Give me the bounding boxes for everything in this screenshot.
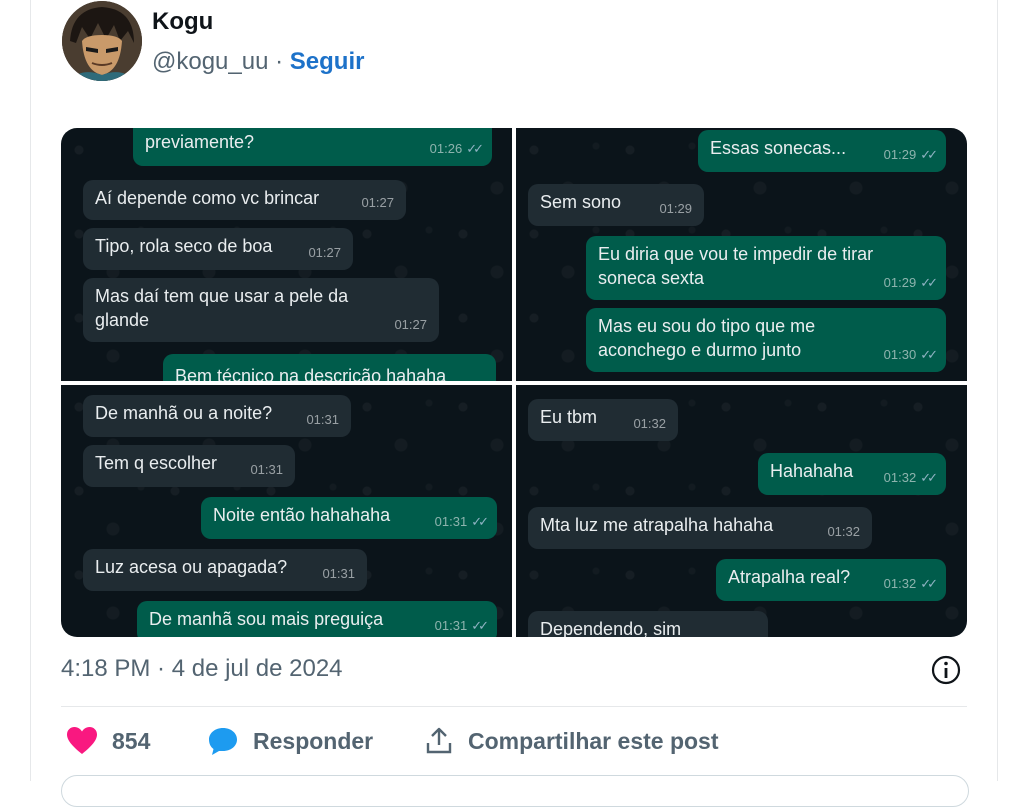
chat-message-time: 01:27: [361, 195, 394, 210]
chat-message-text: Noite então hahahaha: [213, 505, 391, 525]
chat-message-text: Sem sono: [540, 192, 622, 212]
author-name[interactable]: Kogu: [152, 8, 213, 36]
chat-message-text: Bem técnico na descrição hahaha: [175, 366, 447, 381]
avatar[interactable]: [62, 1, 142, 81]
chat-bubble-outgoing: Eu diria que vou te impedir de tirar son…: [586, 236, 946, 300]
read-receipt-icon: ✓✓: [920, 470, 938, 485]
chat-message-time: 01:32: [827, 524, 860, 539]
like-button[interactable]: 854: [66, 726, 150, 756]
chat-bubble-incoming: Aí depende como vc brincar 01:27: [83, 180, 406, 220]
chat-message-time: 01:31: [434, 514, 468, 529]
chat-bubble-incoming: Tem q escolher 01:31: [83, 445, 295, 487]
chat-bubble-outgoing: Noite então hahahaha 01:31 ✓✓: [201, 497, 497, 539]
chat-message-text: Luz acesa ou apagada?: [95, 557, 288, 577]
chat-screenshot-4: Eu tbm 01:32 Hahahaha 01:32 ✓✓ Mta luz me…: [516, 385, 967, 637]
chat-bubble-incoming: Luz acesa ou apagada? 01:31: [83, 549, 367, 591]
read-receipt-icon: ✓✓: [920, 147, 938, 162]
chat-message-time: 01:31: [322, 566, 355, 581]
read-receipt-icon: ✓✓: [920, 347, 938, 362]
chat-message-text: Mta luz me atrapalha hahaha: [540, 515, 774, 535]
chat-message-time: 01:29: [883, 275, 917, 290]
chat-message-text: Tipo, rola seco de boa: [95, 236, 273, 256]
chat-bubble-incoming: Mas daí tem que usar a pele da glande 01…: [83, 278, 439, 342]
chat-message-time: 01:32: [883, 470, 917, 485]
chat-bubble-outgoing: Atrapalha real? 01:32 ✓✓: [716, 559, 946, 601]
chat-bubble-outgoing: Bem técnico na descrição hahaha: [163, 354, 496, 381]
read-receipt-icon: ✓✓: [471, 618, 489, 633]
chat-message-time: 01:31: [306, 412, 339, 427]
read-receipt-icon: ✓✓: [466, 141, 484, 156]
read-replies-bar[interactable]: [61, 775, 969, 807]
share-label: Compartilhar este post: [468, 727, 719, 754]
chat-message-text: Tem q escolher: [95, 453, 218, 473]
reply-button[interactable]: Responder: [207, 726, 373, 756]
tweet-timestamp[interactable]: 4:18 PM · 4 de jul de 2024: [61, 655, 343, 683]
chat-message-text: Eu tbm: [540, 407, 598, 427]
chat-message-time: 01:27: [308, 245, 341, 260]
chat-bubble-incoming: Tipo, rola seco de boa 01:27: [83, 228, 353, 270]
chat-message-text: Mas daí tem que usar a pele da glande: [95, 286, 349, 330]
chat-message-time: 01:29: [883, 147, 917, 162]
chat-message-text: Essas sonecas...: [710, 138, 847, 158]
chat-message-text: previamente?: [145, 132, 255, 152]
chat-message-time: 01:27: [394, 317, 427, 332]
handle-row: @kogu_uu · Seguir: [152, 48, 364, 76]
chat-message-time: 01:32: [633, 416, 666, 431]
tweet-media[interactable]: previamente? 01:26 ✓✓ Aí depende como vc …: [61, 128, 967, 637]
chat-bubble-outgoing: De manhã sou mais preguiça 01:31 ✓✓: [137, 601, 497, 637]
reply-bubble-icon: [209, 728, 237, 755]
chat-message-text: Hahahaha: [770, 461, 854, 481]
chat-message-text: Aí depende como vc brincar: [95, 188, 320, 208]
chat-message-time: 01:29: [659, 201, 692, 216]
info-icon[interactable]: [930, 654, 962, 686]
chat-screenshot-3: De manhã ou a noite? 01:31 Tem q escolhe…: [61, 385, 512, 637]
chat-bubble-outgoing: previamente? 01:26 ✓✓: [133, 128, 492, 166]
chat-message-text: Atrapalha real?: [728, 567, 851, 587]
chat-message-text: De manhã sou mais preguiça: [149, 609, 384, 629]
chat-bubble-cutoff-text: [145, 128, 480, 130]
chat-message-text: De manhã ou a noite?: [95, 403, 273, 423]
chat-bubble-incoming: Dependendo, sim: [528, 611, 768, 637]
chat-bubble-outgoing: Mas eu sou do tipo que me aconchego e du…: [586, 308, 946, 372]
chat-bubble-incoming: Mta luz me atrapalha hahaha 01:32: [528, 507, 872, 549]
heart-icon: [67, 727, 97, 754]
chat-message-text: Eu diria que vou te impedir de tirar son…: [598, 244, 874, 288]
like-count: 854: [112, 727, 151, 754]
chat-message-time: 01:32: [883, 576, 917, 591]
chat-bubble-incoming: Eu tbm 01:32: [528, 399, 678, 441]
share-button[interactable]: Compartilhar este post: [424, 726, 719, 756]
chat-bubble-outgoing: Hahahaha 01:32 ✓✓: [758, 453, 946, 495]
chat-message-time: 01:31: [250, 462, 283, 477]
chat-bubble-incoming: Sem sono 01:29: [528, 184, 704, 226]
chat-message-time: 01:26: [429, 141, 463, 156]
reply-label: Responder: [253, 727, 374, 754]
share-upload-icon: [426, 727, 452, 754]
read-receipt-icon: ✓✓: [920, 275, 938, 290]
follow-button[interactable]: Seguir: [290, 48, 365, 75]
divider: [61, 706, 967, 707]
chat-message-text: Dependendo, sim: [540, 619, 682, 637]
chat-message-time: 01:31: [434, 618, 468, 633]
author-handle[interactable]: @kogu_uu: [152, 48, 268, 75]
chat-screenshot-1: previamente? 01:26 ✓✓ Aí depende como vc …: [61, 128, 512, 381]
chat-bubble-outgoing: Essas sonecas... 01:29 ✓✓: [698, 130, 946, 172]
read-receipt-icon: ✓✓: [920, 576, 938, 591]
chat-message-time: 01:30: [883, 347, 917, 362]
chat-bubble-incoming: De manhã ou a noite? 01:31: [83, 395, 351, 437]
read-receipt-icon: ✓✓: [471, 514, 489, 529]
chat-screenshot-2: Essas sonecas... 01:29 ✓✓ Sem sono 01:29 …: [516, 128, 967, 381]
handle-separator: ·: [268, 48, 290, 75]
avatar-image: [62, 1, 142, 81]
chat-message-text: Mas eu sou do tipo que me aconchego e du…: [598, 316, 816, 360]
